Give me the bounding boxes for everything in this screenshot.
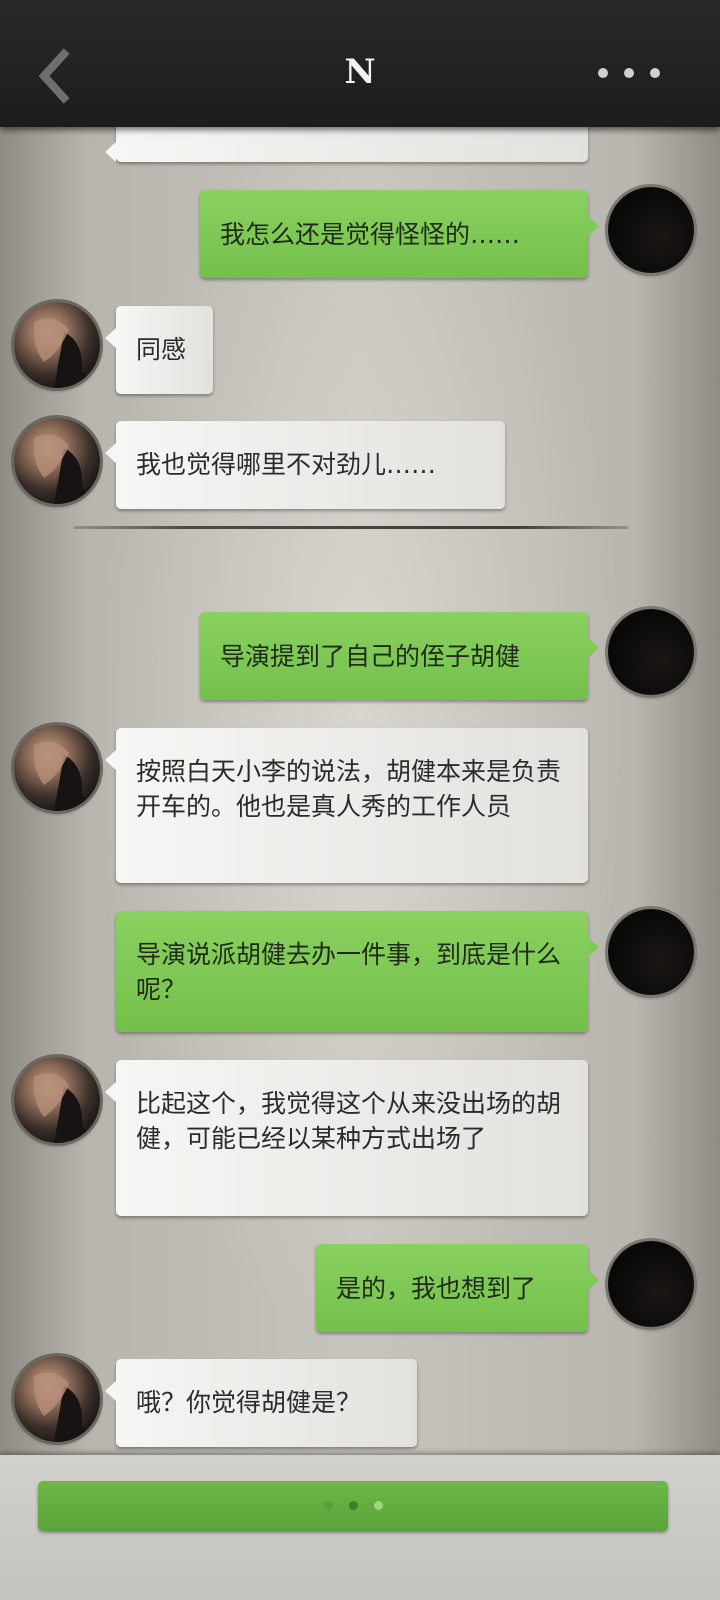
message-text: 我也觉得哪里不对劲儿……: [136, 450, 437, 479]
message-text: 比起这个，我觉得这个从来没出场的胡健，可能已经以某种方式出场了: [136, 1089, 562, 1153]
continue-button[interactable]: [38, 1481, 668, 1531]
message-text: 导演提到了自己的侄子胡健: [220, 642, 521, 671]
more-dots-icon: [598, 68, 608, 78]
more-button[interactable]: [598, 68, 660, 78]
message-bubble-incoming: 按照白天小李的说法，胡健本来是负责开车的。他也是真人秀的工作人员: [105, 728, 588, 883]
message-text: 同感: [136, 335, 187, 364]
contact-avatar[interactable]: [14, 1057, 100, 1143]
message-bubble-incoming: 哦？你觉得胡健是？: [105, 1359, 417, 1447]
message-bubble-incoming: 我也觉得哪里不对劲儿……: [105, 421, 505, 509]
message-text: 导演说派胡健去办一件事，到底是什么呢？: [136, 940, 562, 1004]
more-dots-icon: [650, 68, 660, 78]
my-avatar[interactable]: [608, 187, 694, 273]
message-text: 按照白天小李的说法，胡健本来是负责开车的。他也是真人秀的工作人员: [136, 757, 562, 821]
message-bubble-incoming: 比起这个，我觉得这个从来没出场的胡健，可能已经以某种方式出场了: [105, 1060, 588, 1216]
contact-avatar[interactable]: [14, 725, 100, 811]
contact-avatar[interactable]: [14, 1356, 100, 1442]
message-text: 是的，我也想到了: [336, 1274, 537, 1303]
contact-avatar[interactable]: [14, 418, 100, 504]
my-avatar[interactable]: [608, 1241, 694, 1327]
typing-indicator: [38, 1501, 668, 1510]
my-avatar[interactable]: [608, 909, 694, 995]
typing-dot-icon: [323, 1501, 333, 1510]
message-bubble-outgoing: 是的，我也想到了: [316, 1244, 599, 1332]
more-dots-icon: [624, 68, 634, 78]
message-text: 哦？你觉得胡健是？: [136, 1388, 362, 1417]
typing-dot-icon: [348, 1501, 358, 1510]
message-bubble-outgoing: 我怎么还是觉得怪怪的……: [200, 190, 599, 278]
message-bubble-outgoing: 导演提到了自己的侄子胡健: [200, 612, 599, 700]
contact-avatar[interactable]: [14, 302, 100, 388]
message-text: 我怎么还是觉得怪怪的……: [220, 220, 521, 249]
my-avatar[interactable]: [608, 609, 694, 695]
section-divider: [74, 526, 628, 529]
chat-area[interactable]: 要一。。。 我怎么还是觉得怪怪的…… 同感 我也觉得哪里不对劲儿…… 导演提到了…: [0, 0, 720, 1600]
message-bubble-incoming: 同感: [105, 306, 213, 394]
typing-dot-icon: [373, 1501, 383, 1510]
top-bar: N: [0, 0, 720, 127]
message-bubble-outgoing: 导演说派胡健去办一件事，到底是什么呢？: [116, 911, 599, 1032]
